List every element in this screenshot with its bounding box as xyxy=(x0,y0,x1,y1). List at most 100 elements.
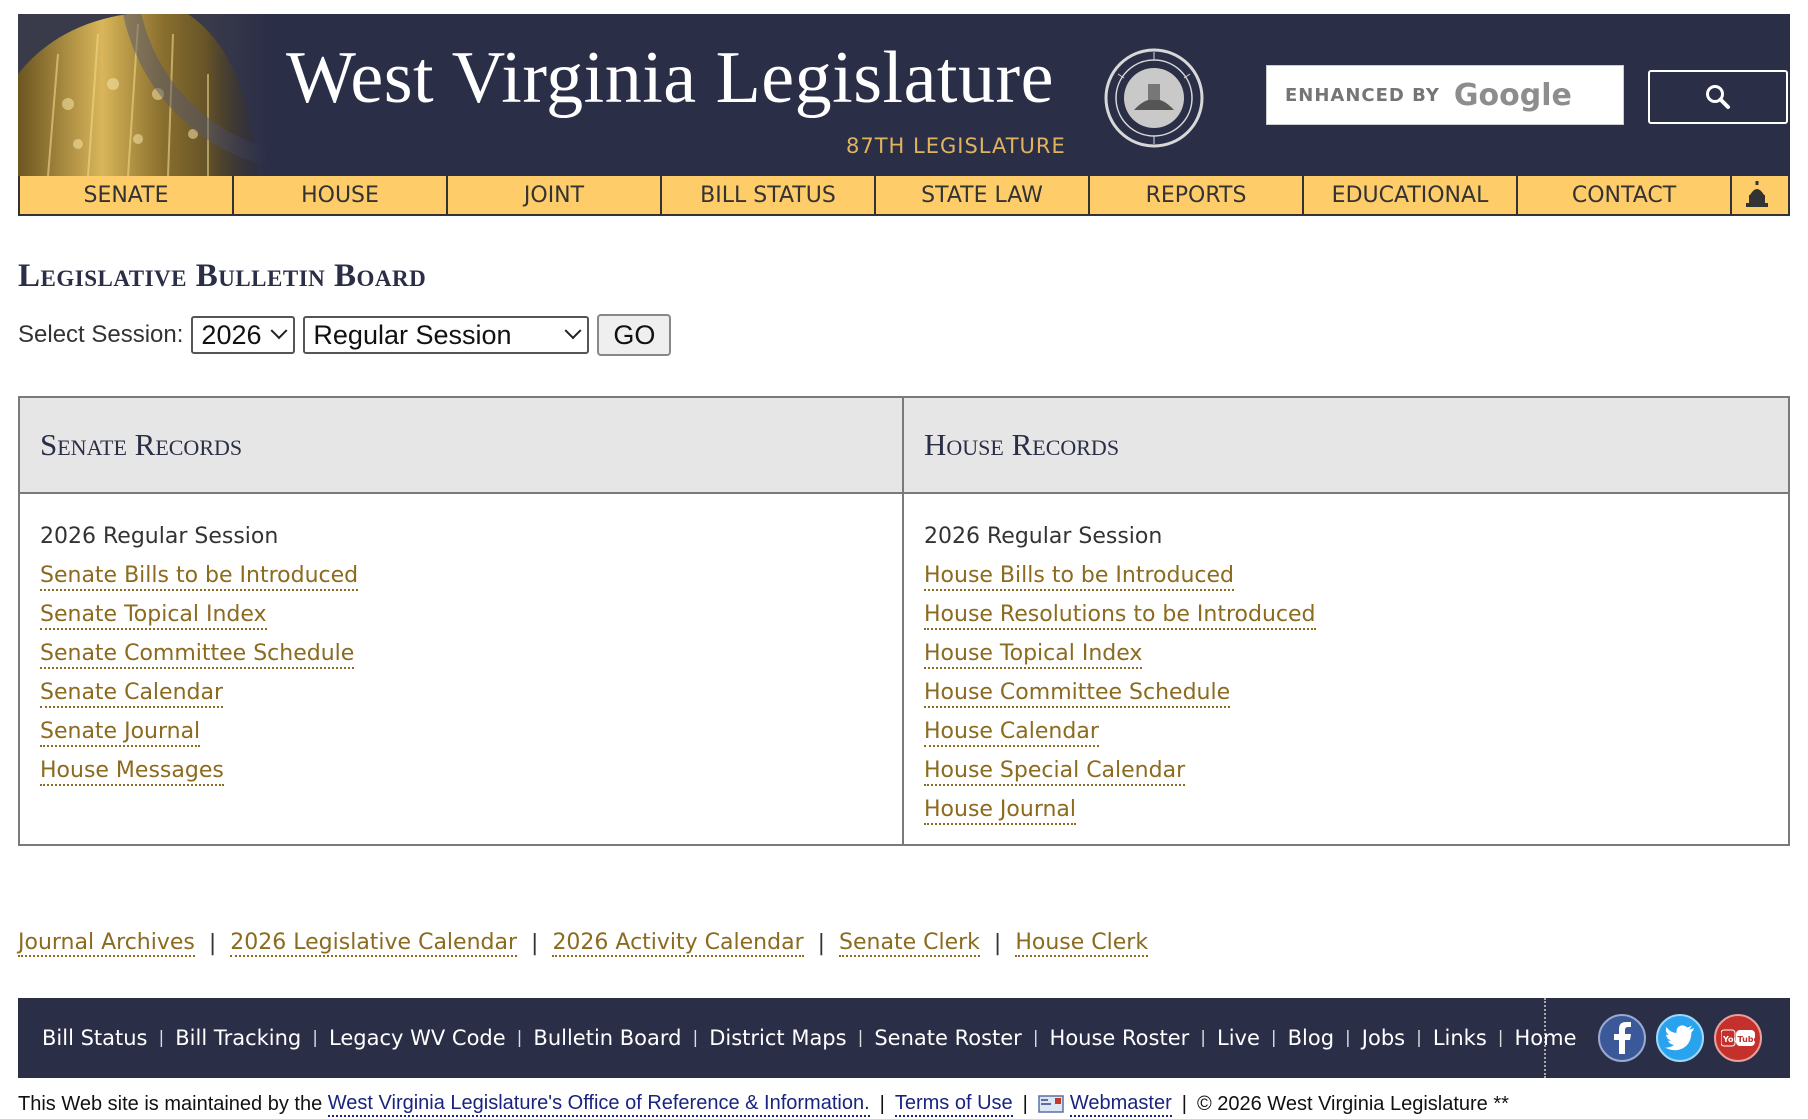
session-type-select[interactable]: Regular Session xyxy=(303,316,590,354)
house-link-label: House Committee Schedule xyxy=(924,680,1231,708)
footer-separator: | xyxy=(158,1028,165,1048)
webmaster-link[interactable]: Webmaster xyxy=(1069,1092,1172,1117)
footer-separator: | xyxy=(692,1028,699,1048)
session-year-value: 2026 xyxy=(201,319,262,350)
footer-separator: | xyxy=(516,1028,523,1048)
nav-senate[interactable]: SENATE xyxy=(20,176,234,214)
go-button[interactable]: GO xyxy=(597,314,672,356)
senate-link-label: Senate Committee Schedule xyxy=(40,641,355,669)
footer-separator: | xyxy=(1345,1028,1351,1048)
legal-separator: | xyxy=(1022,1092,1028,1115)
footer-separator: | xyxy=(857,1028,864,1048)
nav-educational[interactable]: EDUCATIONAL xyxy=(1304,176,1518,214)
records-table: Senate Records 2026 Regular Session Sena… xyxy=(18,396,1790,846)
enhanced-by-label: ENHANCED BY xyxy=(1285,84,1440,106)
house-link-house-bills-to-be-introduced[interactable]: House Bills to be Introduced xyxy=(924,557,1788,596)
footer-link-house-roster[interactable]: House Roster xyxy=(1050,1026,1190,1050)
footer-separator: | xyxy=(1416,1028,1422,1048)
svg-text:Tube: Tube xyxy=(1738,1035,1756,1044)
nav-state-law[interactable]: STATE LAW xyxy=(876,176,1090,214)
link-separator: | xyxy=(993,930,1002,956)
bottom-link-journal-archives[interactable]: Journal Archives xyxy=(18,930,195,957)
footer-link-senate-roster[interactable]: Senate Roster xyxy=(874,1026,1021,1050)
house-link-label: House Resolutions to be Introduced xyxy=(924,602,1316,630)
senate-session-label: 2026 Regular Session xyxy=(40,524,279,549)
house-link-house-committee-schedule[interactable]: House Committee Schedule xyxy=(924,674,1788,713)
bottom-link-2026-legislative-calendar[interactable]: 2026 Legislative Calendar xyxy=(230,930,518,957)
nav-bill-status[interactable]: BILL STATUS xyxy=(662,176,876,214)
house-link-label: House Topical Index xyxy=(924,641,1143,669)
social-links: You Tube xyxy=(1546,1014,1762,1062)
office-reference-link[interactable]: West Virginia Legislature's Office of Re… xyxy=(327,1092,870,1117)
search-button[interactable] xyxy=(1648,70,1788,124)
footer-link-bill-tracking[interactable]: Bill Tracking xyxy=(175,1026,301,1050)
state-seal-icon xyxy=(1104,48,1204,148)
session-type-value: Regular Session xyxy=(313,319,512,350)
footer-link-bill-status[interactable]: Bill Status xyxy=(42,1026,148,1050)
senate-link-house-messages[interactable]: House Messages xyxy=(40,752,902,791)
facebook-icon[interactable] xyxy=(1598,1014,1646,1062)
footer-link-live[interactable]: Live xyxy=(1217,1026,1260,1050)
senate-records-column: Senate Records 2026 Regular Session Sena… xyxy=(20,398,904,844)
footer-separator: | xyxy=(1200,1028,1206,1048)
main-nav: SENATE HOUSE JOINT BILL STATUS STATE LAW… xyxy=(18,176,1790,216)
legal-separator: | xyxy=(879,1092,885,1115)
nav-joint[interactable]: JOINT xyxy=(448,176,662,214)
bottom-link-2026-activity-calendar[interactable]: 2026 Activity Calendar xyxy=(552,930,804,957)
house-records-body: 2026 Regular Session House Bills to be I… xyxy=(904,494,1788,830)
footer-link-bulletin-board[interactable]: Bulletin Board xyxy=(533,1026,681,1050)
bottom-link-house-clerk[interactable]: House Clerk xyxy=(1015,930,1149,957)
footer-separator: | xyxy=(1270,1028,1277,1048)
terms-of-use-link[interactable]: Terms of Use xyxy=(894,1092,1013,1117)
house-link-label: House Calendar xyxy=(924,719,1099,747)
footer-link-jobs[interactable]: Jobs xyxy=(1362,1026,1405,1050)
nav-reports[interactable]: REPORTS xyxy=(1090,176,1304,214)
senate-link-label: Senate Calendar xyxy=(40,680,224,708)
house-link-house-resolutions-to-be-introduced[interactable]: House Resolutions to be Introduced xyxy=(924,596,1788,635)
nav-capitol-button[interactable] xyxy=(1732,176,1782,214)
house-link-house-journal[interactable]: House Journal xyxy=(924,791,1788,830)
legal-line: This Web site is maintained by the West … xyxy=(18,1090,1509,1118)
chevron-down-icon xyxy=(270,322,288,340)
site-title[interactable]: West Virginia Legislature xyxy=(286,36,1086,121)
session-year-select[interactable]: 2026 xyxy=(191,316,296,354)
senate-records-heading: Senate Records xyxy=(20,398,902,494)
link-separator: | xyxy=(208,930,217,956)
search-icon xyxy=(1706,85,1730,109)
house-link-house-calendar[interactable]: House Calendar xyxy=(924,713,1788,752)
house-link-house-topical-index[interactable]: House Topical Index xyxy=(924,635,1788,674)
footer-separator: | xyxy=(1497,1028,1504,1048)
senate-link-label: Senate Journal xyxy=(40,719,201,747)
legislature-number: 87TH LEGISLATURE xyxy=(846,134,1066,158)
house-link-house-special-calendar[interactable]: House Special Calendar xyxy=(924,752,1788,791)
house-link-label: House Journal xyxy=(924,797,1077,825)
footer-separator: | xyxy=(312,1028,318,1048)
search-input[interactable]: ENHANCED BY Google xyxy=(1266,65,1624,125)
footer-separator: | xyxy=(1032,1028,1039,1048)
youtube-icon[interactable]: You Tube xyxy=(1714,1014,1762,1062)
footer-link-links[interactable]: Links xyxy=(1433,1026,1487,1050)
nav-contact[interactable]: CONTACT xyxy=(1518,176,1732,214)
senate-link-senate-journal[interactable]: Senate Journal xyxy=(40,713,902,752)
capitol-icon xyxy=(1746,181,1768,207)
footer-link-legacy-wv-code[interactable]: Legacy WV Code xyxy=(329,1026,506,1050)
footer-link-district-maps[interactable]: District Maps xyxy=(709,1026,846,1050)
house-link-label: House Special Calendar xyxy=(924,758,1186,786)
nav-house[interactable]: HOUSE xyxy=(234,176,448,214)
senate-link-label: Senate Topical Index xyxy=(40,602,267,630)
copyright-text: © 2026 West Virginia Legislature ** xyxy=(1196,1092,1509,1115)
footer-bar: Bill Status | Bill Tracking | Legacy WV Code… xyxy=(18,998,1790,1078)
footer-link-blog[interactable]: Blog xyxy=(1288,1026,1334,1050)
house-records-heading: House Records xyxy=(904,398,1788,494)
house-session-label: 2026 Regular Session xyxy=(924,524,1163,549)
senate-link-senate-calendar[interactable]: Senate Calendar xyxy=(40,674,902,713)
house-records-column: House Records 2026 Regular Session House… xyxy=(904,398,1788,844)
bottom-link-senate-clerk[interactable]: Senate Clerk xyxy=(839,930,980,957)
senate-link-label: Senate Bills to be Introduced xyxy=(40,563,359,591)
senate-link-senate-topical-index[interactable]: Senate Topical Index xyxy=(40,596,902,635)
senate-link-senate-committee-schedule[interactable]: Senate Committee Schedule xyxy=(40,635,902,674)
session-selector: Select Session: 2026 Regular Session GO xyxy=(18,314,672,356)
senate-link-senate-bills-to-be-introduced[interactable]: Senate Bills to be Introduced xyxy=(40,557,902,596)
twitter-icon[interactable] xyxy=(1656,1014,1704,1062)
chevron-down-icon xyxy=(564,322,582,340)
